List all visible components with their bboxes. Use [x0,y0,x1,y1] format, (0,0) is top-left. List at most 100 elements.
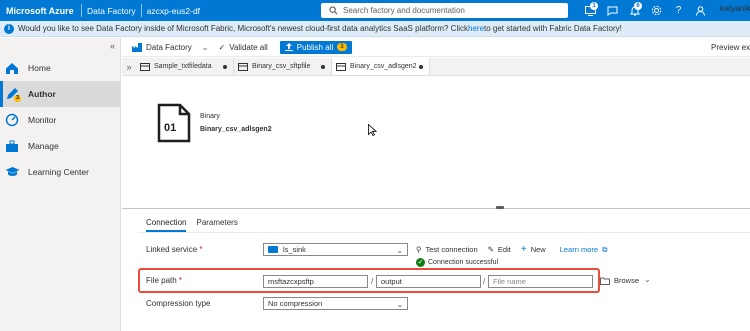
storage-icon [268,246,278,253]
unsaved-dot [419,65,423,69]
publish-all-button[interactable]: Publish all 3 [279,40,352,54]
publish-count-badge: 3 [337,43,347,51]
file-path-name-input[interactable]: File name [488,275,593,288]
data-factory-label: Data Factory [146,42,192,52]
help-icon[interactable]: ? [670,2,687,19]
tab-label: Binary_csv_sftpfile [252,63,311,70]
gear-icon[interactable] [648,2,665,19]
linked-service-actions: ⚲ Test connection ✎ Edit + New Learn mor… [416,244,607,255]
brand-label[interactable]: Microsoft Azure [0,6,76,16]
tab-connection[interactable]: Connection [146,218,187,232]
service-breadcrumb[interactable]: Data Factory [87,6,136,16]
factory-breadcrumb[interactable]: azcxp-eus2-df [147,6,200,16]
dataset-icon [238,62,248,71]
validate-all-button[interactable]: ✓ Validate all [219,43,268,52]
fabric-banner: i Would you like to see Data Factory ins… [0,21,750,37]
monitor-icon[interactable]: 1 [582,2,599,19]
preview-experience-toggle[interactable]: Preview exp [711,43,750,52]
upload-icon [284,43,293,51]
connection-status: ✓ Connection successful [416,258,498,267]
nav-item-home[interactable]: Home [0,55,120,81]
editor-tabs: » Sample_txtfiledata Binary_csv_sftpfile… [122,58,750,76]
nav-item-learning-center[interactable]: Learning Center [0,159,120,185]
data-factory-dropdown[interactable]: Data Factory ⌄ [132,42,209,52]
path-separator: / [371,277,374,286]
external-link-icon: ⧉ [602,244,608,254]
nav-item-author[interactable]: 3 Author [0,81,120,107]
nav-label: Manage [28,141,59,151]
tab-label: Binary_csv_adlsgen2 [350,63,417,70]
linked-service-dropdown[interactable]: ls_sink ⌄ [263,243,408,256]
compression-type-dropdown[interactable]: No compression ⌄ [263,297,408,310]
pencil-icon: 3 [4,86,21,102]
plus-icon: + [520,244,527,255]
header-icons: 1 6 ? [582,2,709,19]
expand-tabs-icon[interactable]: » [122,58,136,75]
nav-label: Home [28,63,51,73]
resize-grip[interactable] [496,206,504,209]
search-placeholder: Search factory and documentation [343,6,465,15]
tab-sample-txtfiledata[interactable]: Sample_txtfiledata [136,58,234,75]
chevron-down-icon: ⌄ [396,246,403,255]
notification-count: 6 [634,2,642,10]
banner-text: Would you like to see Data Factory insid… [18,24,468,33]
validate-all-label: Validate all [229,42,268,52]
factory-toolbar: Data Factory ⌄ ✓ Validate all Publish al… [122,38,750,57]
edit-button[interactable]: Edit [498,245,511,254]
test-connection-button[interactable]: Test connection [426,245,478,254]
nav-label: Author [28,89,56,99]
home-icon [4,60,20,76]
dataset-icon [336,62,346,71]
success-check-icon: ✓ [416,258,425,267]
compression-type-label: Compression type [146,299,211,308]
search-box[interactable]: Search factory and documentation [321,3,568,18]
divider [138,232,750,233]
banner-link[interactable]: here [468,24,484,33]
collapse-nav-icon[interactable]: « [110,41,115,51]
toolbox-icon [4,138,20,154]
browse-button[interactable]: Browse [600,276,639,285]
check-icon: ✓ [218,42,226,52]
pane-divider[interactable] [122,208,750,209]
publish-all-label: Publish all [296,42,334,52]
author-badge: 3 [14,95,21,102]
file-path-directory-input[interactable]: output [376,275,481,288]
path-separator: / [483,277,486,286]
feedback-icon[interactable] [692,2,709,19]
browse-label: Browse [614,276,640,285]
notification-count: 1 [590,2,598,10]
nav-label: Monitor [28,115,57,125]
graduation-cap-icon [4,164,20,180]
linked-service-label: Linked service * [146,245,203,254]
file-path-label: File path * [146,276,183,285]
info-icon: i [4,23,14,34]
factory-icon [132,42,142,52]
new-button[interactable]: New [531,245,546,254]
bell-icon[interactable]: 6 [626,2,643,19]
tab-binary-csv-sftpfile[interactable]: Binary_csv_sftpfile [234,58,332,75]
chevron-down-icon[interactable]: ⌄ [644,275,651,284]
edit-icon: ✎ [487,245,494,254]
folder-icon [600,277,610,285]
banner-text-end: to get started with Fabric Data Factory! [484,24,622,33]
file-path-container-input[interactable]: msftazcxpsftp [263,275,368,288]
chat-icon[interactable] [604,2,621,19]
divider [140,4,142,17]
dataset-name[interactable]: Binary_csv_adlsgen2 [200,126,272,133]
mouse-cursor-icon [368,124,377,136]
tab-label: Sample_txtfiledata [154,63,212,70]
dataset-icon [140,62,150,71]
chevron-down-icon: ⌄ [396,300,403,309]
nav-item-monitor[interactable]: Monitor [0,107,120,133]
learn-more-link[interactable]: Learn more [560,245,598,254]
user-name[interactable]: kalyanik [720,3,750,13]
properties-tabs: Connection Parameters [146,218,238,232]
tab-binary-csv-adlsgen2[interactable]: Binary_csv_adlsgen2 [332,58,430,75]
tab-parameters[interactable]: Parameters [196,218,237,232]
nav-label: Learning Center [28,167,89,177]
nav-item-manage[interactable]: Manage [0,133,120,159]
search-icon [329,6,338,15]
linked-service-value: ls_sink [283,245,306,254]
design-canvas[interactable]: 01 Binary Binary_csv_adlsgen2 [122,77,750,208]
dataset-type: Binary [200,113,220,120]
